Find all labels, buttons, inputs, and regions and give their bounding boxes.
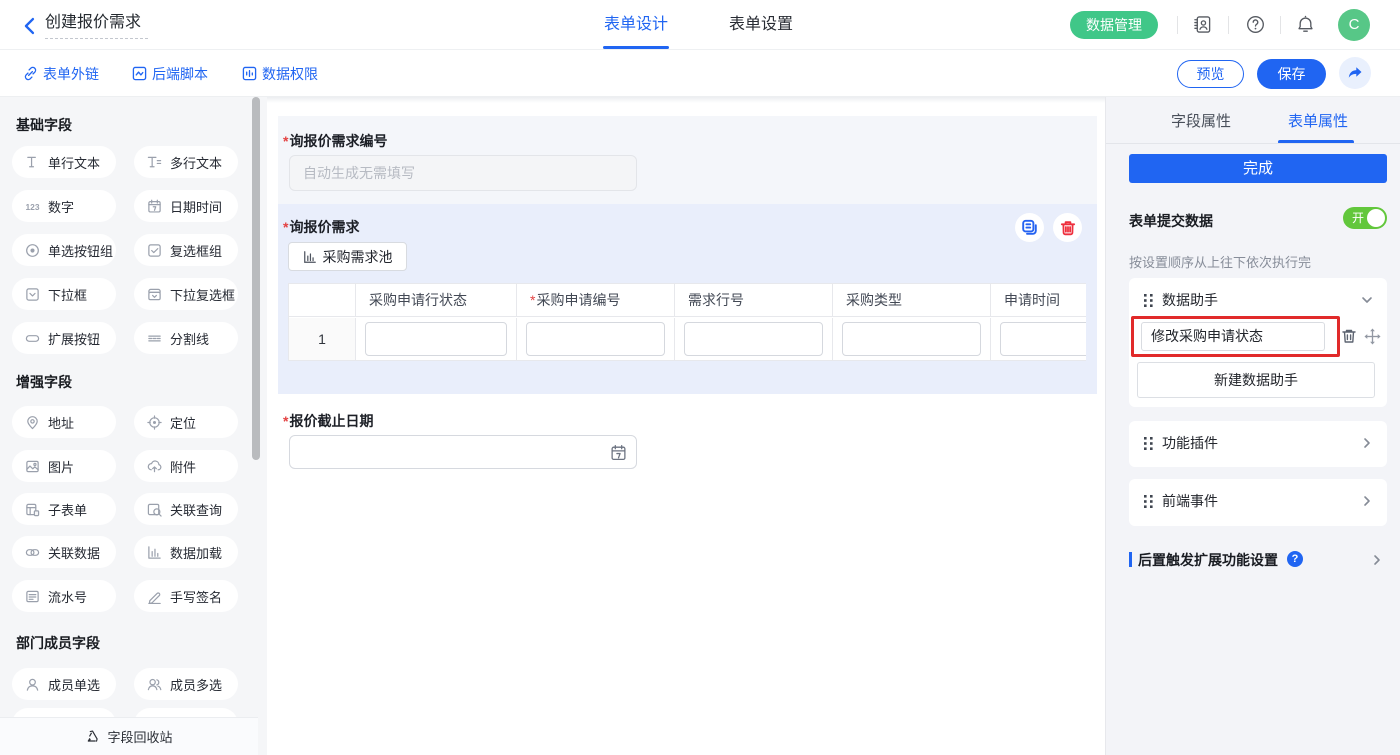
svg-text:123: 123: [25, 201, 39, 211]
